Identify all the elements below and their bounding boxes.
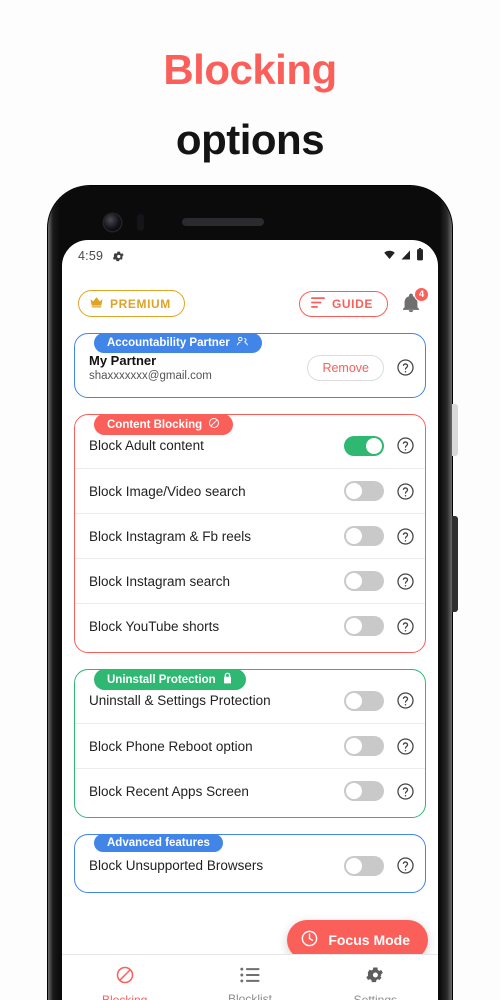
section-tag-advanced-features: Advanced features	[94, 834, 223, 852]
uninstall-protection-card: Uninstall & Settings Protection Block Ph…	[74, 669, 426, 818]
row-label: Block Instagram & Fb reels	[89, 528, 252, 544]
help-circle-icon[interactable]	[396, 782, 415, 801]
guide-button[interactable]: GUIDE	[298, 290, 388, 317]
help-circle-icon[interactable]	[396, 527, 415, 546]
nav-item-blocklist[interactable]: Blocklist	[187, 955, 312, 1000]
row-label: Block Image/Video search	[89, 483, 246, 499]
nav-item-label: Blocklist	[227, 991, 272, 1000]
status-bar-time: 4:59	[78, 249, 104, 263]
nav-item-label: Blocking	[101, 992, 148, 1000]
notification-badge: 4	[414, 286, 429, 302]
section-tag-label: Uninstall Protection	[107, 673, 216, 686]
app-top-bar: PREMIUM GUIDE 4	[62, 268, 438, 317]
remove-partner-button[interactable]: Remove	[307, 354, 384, 381]
toggle-block-instagram-search[interactable]	[344, 571, 384, 591]
help-circle-icon[interactable]	[396, 572, 415, 591]
gear-icon	[365, 965, 385, 988]
section-advanced-features: Advanced features Block Unsupported Brow…	[74, 834, 426, 893]
nav-item-label: Settings	[353, 992, 397, 1000]
help-circle-icon[interactable]	[396, 737, 415, 756]
row-label: Block Unsupported Browsers	[89, 858, 264, 873]
page-title-line2: options	[175, 116, 325, 163]
wifi-icon	[383, 249, 396, 264]
toggle-block-instagram-fb-reels[interactable]	[344, 526, 384, 546]
front-camera-icon	[104, 214, 121, 231]
table-row[interactable]: Block Instagram & Fb reels	[75, 513, 425, 558]
toggle-block-unsupported-browsers[interactable]	[344, 855, 384, 876]
row-label: Block Phone Reboot option	[89, 738, 253, 754]
toggle-block-phone-reboot[interactable]	[344, 736, 384, 756]
help-circle-icon[interactable]	[396, 856, 415, 875]
block-icon	[208, 417, 220, 432]
toggle-block-recent-apps-screen[interactable]	[344, 781, 384, 801]
table-row[interactable]: Block Phone Reboot option	[75, 723, 425, 768]
help-circle-icon[interactable]	[396, 691, 415, 710]
earpiece-speaker	[182, 218, 264, 226]
table-row[interactable]: Block Instagram search	[75, 558, 425, 603]
section-tag-label: Advanced features	[107, 837, 210, 849]
partner-info: My Partner shaxxxxxxx@gmail.com	[89, 353, 307, 382]
block-icon	[115, 965, 135, 988]
help-circle-icon[interactable]	[396, 358, 415, 377]
page-title-line1: Blocking	[163, 46, 337, 93]
bell-icon	[400, 293, 422, 319]
help-circle-icon[interactable]	[396, 436, 415, 455]
focus-mode-label: Focus Mode	[328, 932, 410, 948]
signal-icon	[400, 249, 412, 264]
phone-screen: 4:59 PREMIUM GUIDE 4 Accountability Part…	[62, 240, 438, 1000]
page-title: Blocking options	[0, 42, 500, 168]
help-circle-icon[interactable]	[396, 617, 415, 636]
partner-name: My Partner	[89, 353, 157, 368]
section-tag-label: Content Blocking	[107, 418, 203, 431]
table-row[interactable]: Block Image/Video search	[75, 468, 425, 513]
clock-icon	[300, 929, 319, 951]
toggle-block-adult-content[interactable]	[344, 435, 384, 456]
row-label: Block Adult content	[89, 438, 204, 453]
toggle-block-image-video-search[interactable]	[344, 481, 384, 501]
nav-item-settings[interactable]: Settings	[313, 955, 438, 1000]
help-circle-icon[interactable]	[396, 482, 415, 501]
table-row[interactable]: Block Recent Apps Screen	[75, 768, 425, 813]
section-content-blocking: Content Blocking Block Adult content Blo…	[74, 414, 426, 653]
premium-label: PREMIUM	[110, 296, 171, 311]
bottom-navigation: Blocking Blocklist Settings	[62, 954, 438, 1000]
nav-item-blocking[interactable]: Blocking	[62, 955, 187, 1000]
status-bar: 4:59	[62, 240, 438, 268]
section-tag-content-blocking: Content Blocking	[94, 414, 234, 435]
crown-icon	[89, 296, 104, 311]
list-icon	[240, 966, 260, 987]
status-bar-indicators	[383, 248, 424, 264]
section-tag-uninstall-protection: Uninstall Protection	[94, 669, 246, 690]
section-tag-accountability-partner: Accountability Partner	[94, 333, 262, 353]
gear-icon	[112, 250, 125, 263]
table-row[interactable]: Block YouTube shorts	[75, 603, 425, 648]
row-label: Uninstall & Settings Protection	[89, 693, 271, 708]
notification-button[interactable]: 4	[400, 286, 429, 319]
partner-email: shaxxxxxxx@gmail.com	[89, 370, 212, 382]
section-tag-label: Accountability Partner	[107, 337, 230, 349]
row-label: Block Recent Apps Screen	[89, 783, 249, 799]
power-button[interactable]	[452, 404, 458, 456]
list-lines-icon	[310, 296, 325, 311]
page-root: Blocking options 4:59 PREMIUM GUIDE 4 Ac…	[0, 0, 500, 1000]
row-label: Block Instagram search	[89, 573, 231, 589]
section-accountability-partner: Accountability Partner My Partner shaxxx…	[74, 333, 426, 398]
section-uninstall-protection: Uninstall Protection Uninstall & Setting…	[74, 669, 426, 818]
toggle-block-youtube-shorts[interactable]	[344, 616, 384, 636]
toggle-uninstall-settings-protection[interactable]	[344, 690, 384, 711]
people-icon	[236, 336, 249, 350]
content-blocking-card: Block Adult content Block Image/Video se…	[74, 414, 426, 653]
guide-label: GUIDE	[331, 296, 373, 311]
volume-button[interactable]	[452, 516, 458, 612]
battery-icon	[416, 248, 424, 264]
premium-button[interactable]: PREMIUM	[78, 290, 185, 317]
proximity-sensor-icon	[137, 214, 144, 231]
lock-icon	[222, 672, 233, 687]
row-label: Block YouTube shorts	[89, 618, 220, 634]
